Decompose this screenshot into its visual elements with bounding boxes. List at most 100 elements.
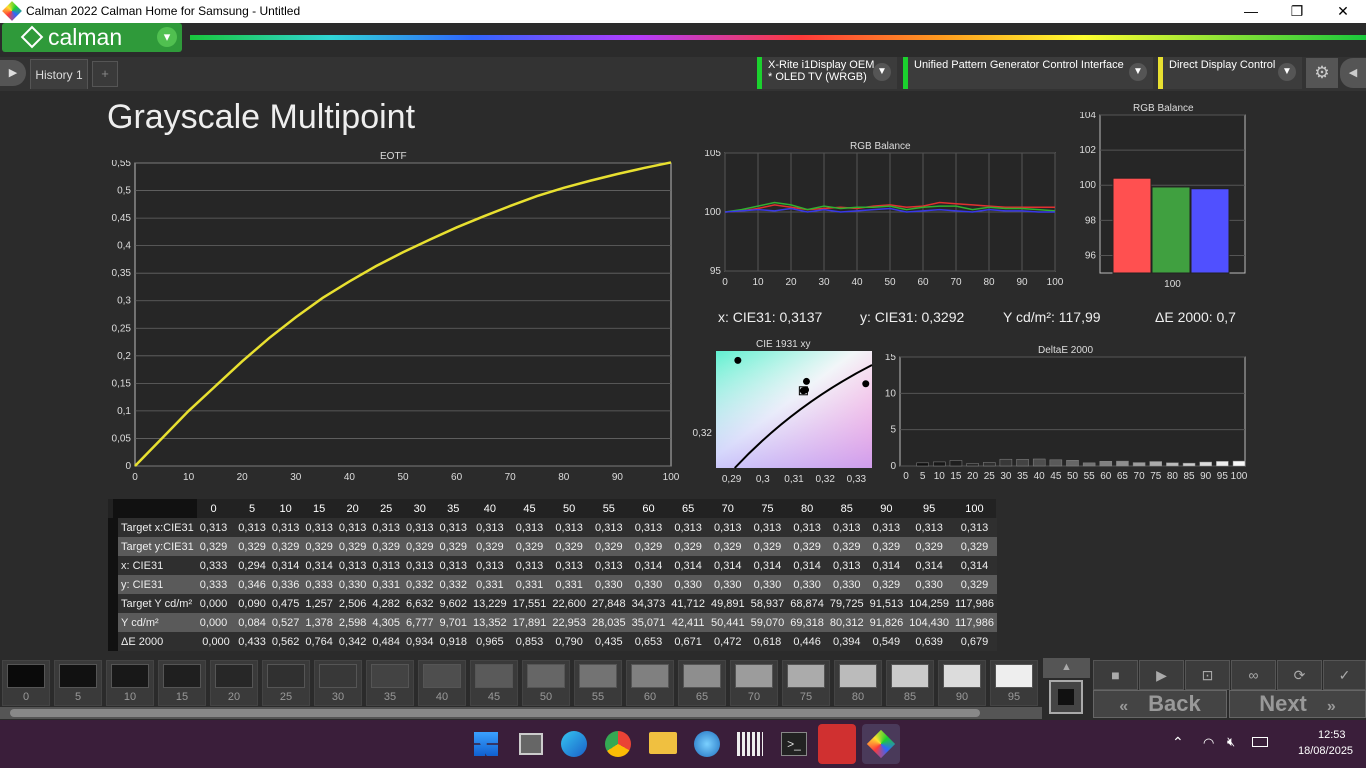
pattern-swatch[interactable]: 50 bbox=[522, 660, 570, 706]
table-cell: 0,313 bbox=[832, 521, 861, 534]
pattern-swatch[interactable]: 15 bbox=[158, 660, 206, 706]
wifi-icon[interactable]: ◠ bbox=[1203, 735, 1214, 751]
column-header: 45 bbox=[523, 502, 536, 515]
swatch-color bbox=[683, 664, 721, 688]
volume-muted-icon[interactable]: 🔇︎ bbox=[1227, 734, 1235, 750]
task-view-icon[interactable] bbox=[519, 733, 543, 755]
chevron-down-icon[interactable]: ▼ bbox=[1129, 63, 1147, 81]
maximize-button[interactable]: ❐ bbox=[1274, 0, 1320, 23]
table-cell: 0,330 bbox=[753, 578, 782, 591]
stop-icon[interactable]: ■ bbox=[1093, 660, 1138, 690]
x-tick-label: 80 bbox=[983, 277, 995, 288]
readout-y: y: CIE31: 0,3292 bbox=[860, 309, 965, 325]
pattern-swatch[interactable]: 95 bbox=[990, 660, 1038, 706]
clock-date[interactable]: 18/08/2025 bbox=[1298, 745, 1353, 757]
next-button[interactable]: Next » bbox=[1229, 690, 1366, 718]
pattern-swatch[interactable]: 0 bbox=[2, 660, 50, 706]
pattern-swatch[interactable]: 80 bbox=[834, 660, 882, 706]
chevron-down-icon[interactable]: ▼ bbox=[1278, 63, 1296, 81]
chart-app-icon[interactable] bbox=[737, 732, 763, 756]
x-tick-label: 20 bbox=[785, 277, 797, 288]
clock-time[interactable]: 12:53 bbox=[1318, 729, 1346, 741]
pattern-swatch[interactable]: 45 bbox=[470, 660, 518, 706]
pattern-swatch[interactable]: 85 bbox=[886, 660, 934, 706]
pattern-swatch[interactable]: 35 bbox=[366, 660, 414, 706]
chevron-up-icon[interactable]: ⌃ bbox=[1172, 734, 1184, 751]
battery-icon[interactable] bbox=[1252, 737, 1268, 747]
y-tick-label: 0,3 bbox=[117, 296, 131, 307]
x-tick-label: 0 bbox=[722, 277, 728, 288]
network-globe-icon[interactable] bbox=[694, 731, 720, 757]
close-button[interactable]: ✕ bbox=[1320, 0, 1366, 23]
table-cell: 91,513 bbox=[869, 597, 904, 610]
pattern-swatch[interactable]: 25 bbox=[262, 660, 310, 706]
table-cell: 0,330 bbox=[915, 578, 943, 591]
x-tick-label: 0,29 bbox=[722, 474, 742, 485]
swatch-label: 0 bbox=[22, 691, 30, 703]
tab-history-1[interactable]: History 1 bbox=[30, 59, 88, 89]
scrollbar-thumb[interactable] bbox=[10, 709, 980, 717]
pattern-swatch[interactable]: 55 bbox=[574, 660, 622, 706]
table-cell: 0,313 bbox=[595, 559, 623, 572]
table-cell: 0,314 bbox=[793, 559, 821, 572]
pattern-swatch[interactable]: 75 bbox=[782, 660, 830, 706]
y-tick-label: 0,5 bbox=[117, 186, 131, 197]
pattern-swatch[interactable]: 90 bbox=[938, 660, 986, 706]
windows-start-icon[interactable] bbox=[474, 732, 498, 756]
chevron-down-icon[interactable]: ▾ bbox=[157, 27, 177, 47]
column-header: 20 bbox=[346, 502, 359, 515]
table-cell: 0,329 bbox=[674, 540, 702, 553]
file-explorer-icon[interactable] bbox=[649, 732, 677, 754]
table-cell: 0,313 bbox=[305, 521, 333, 534]
loop-icon[interactable]: ∞ bbox=[1231, 660, 1276, 690]
anydesk-icon[interactable] bbox=[818, 724, 856, 764]
pattern-swatch[interactable]: 20 bbox=[210, 660, 258, 706]
swatch-scrollbar[interactable] bbox=[0, 707, 1042, 719]
play-icon[interactable]: ▶ bbox=[1139, 660, 1184, 690]
swatch-label: 80 bbox=[851, 691, 865, 703]
pattern-swatch[interactable]: 60 bbox=[626, 660, 674, 706]
add-tab-button[interactable]: + bbox=[92, 61, 118, 87]
pattern-swatch[interactable]: 65 bbox=[678, 660, 726, 706]
display-control-box[interactable]: Direct Display Control ▼ bbox=[1158, 57, 1302, 89]
pattern-swatch[interactable]: 10 bbox=[106, 660, 154, 706]
table-cell: 0,313 bbox=[199, 521, 228, 534]
pattern-generator-box[interactable]: Unified Pattern Generator Control Interf… bbox=[903, 57, 1153, 89]
pattern-swatch[interactable]: 40 bbox=[418, 660, 466, 706]
data-table-container: 0 5 10 15 20 25 30 35 40 45 50 55 60 65 70 75 80 85 90 95 10… bbox=[108, 499, 997, 651]
meter-device-box[interactable]: X-Rite i1Display OEM * OLED TV (WRGB) ▼ bbox=[757, 57, 897, 89]
x-tick-label: 65 bbox=[1117, 471, 1129, 482]
y-tick-label: 0,1 bbox=[117, 406, 131, 417]
autocal-icon[interactable]: ⟳ bbox=[1277, 660, 1322, 690]
calman-taskbar-icon[interactable] bbox=[862, 724, 900, 764]
table-cell: 0,346 bbox=[238, 578, 266, 591]
terminal-icon[interactable]: >_ bbox=[781, 732, 807, 756]
table-cell: 0,764 bbox=[305, 635, 333, 648]
deltae-bar bbox=[933, 461, 946, 467]
back-button[interactable]: « Back bbox=[1093, 690, 1227, 718]
measure-icon[interactable]: ⊡ bbox=[1185, 660, 1230, 690]
edge-icon[interactable] bbox=[561, 731, 587, 757]
table-cell: 0,313 bbox=[915, 521, 943, 534]
table-cell: 0,329 bbox=[960, 578, 989, 591]
rgb-balance-line-chart: 95 100 105 0 10 20 30 40 50 60 70 80 90 100 bbox=[704, 150, 1063, 288]
gear-icon[interactable]: ⚙ bbox=[1306, 58, 1338, 88]
table-cell: 0,965 bbox=[476, 635, 504, 648]
swatch-color bbox=[631, 664, 669, 688]
play-icon[interactable]: ▶ bbox=[0, 60, 26, 86]
collapse-icon[interactable]: ◀ bbox=[1340, 58, 1366, 88]
table-cell: 0,331 bbox=[476, 578, 504, 591]
table-cell: 0,332 bbox=[405, 578, 434, 591]
swatch-label: 85 bbox=[903, 691, 917, 703]
swatch-color bbox=[787, 664, 825, 688]
minimize-button[interactable]: — bbox=[1228, 0, 1274, 23]
check-icon[interactable]: ✓ bbox=[1323, 660, 1366, 690]
stop-square-icon[interactable] bbox=[1049, 680, 1083, 714]
chevron-down-icon[interactable]: ▼ bbox=[873, 63, 891, 81]
scroll-up-icon[interactable]: ▲ bbox=[1043, 658, 1090, 678]
calman-logo-button[interactable]: calman ▾ bbox=[2, 23, 182, 52]
pattern-swatch[interactable]: 30 bbox=[314, 660, 362, 706]
pattern-swatch[interactable]: 5 bbox=[54, 660, 102, 706]
chrome-icon[interactable] bbox=[605, 731, 631, 757]
pattern-swatch[interactable]: 70 bbox=[730, 660, 778, 706]
